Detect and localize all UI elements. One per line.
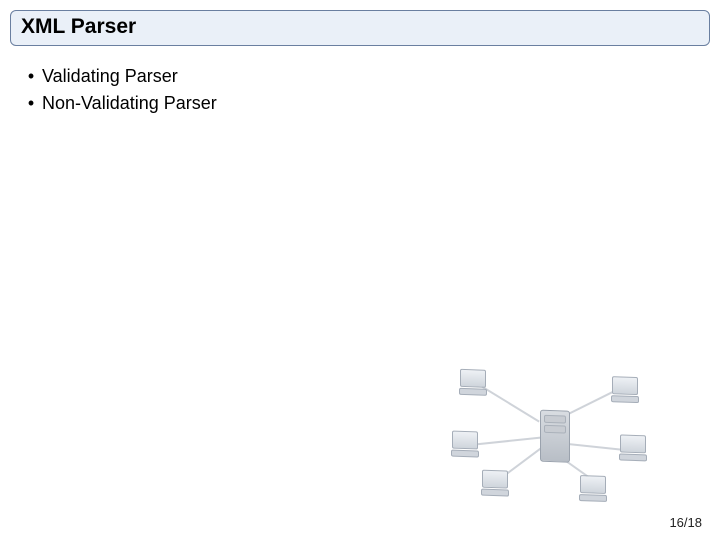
link-line [482,386,540,423]
network-illustration [450,367,650,504]
link-line [476,436,546,445]
bullet-icon: • [20,91,42,116]
slide-title: XML Parser [21,15,136,38]
computer-icon [610,376,640,401]
computer-icon [578,475,608,500]
server-icon [540,410,570,463]
bullet-text: Validating Parser [42,64,680,89]
computer-icon [458,369,488,394]
list-item: • Validating Parser [20,64,680,89]
computer-icon [450,431,480,456]
page-number: 16/18 [669,515,702,530]
computer-icon [618,434,648,459]
bullet-icon: • [20,64,42,89]
title-box: XML Parser [10,10,710,46]
body-content: • Validating Parser • Non-Validating Par… [20,62,680,118]
bullet-text: Non-Validating Parser [42,91,680,116]
slide: XML Parser • Validating Parser • Non-Val… [0,0,720,540]
list-item: • Non-Validating Parser [20,91,680,116]
link-line [562,442,626,451]
computer-icon [480,470,510,495]
